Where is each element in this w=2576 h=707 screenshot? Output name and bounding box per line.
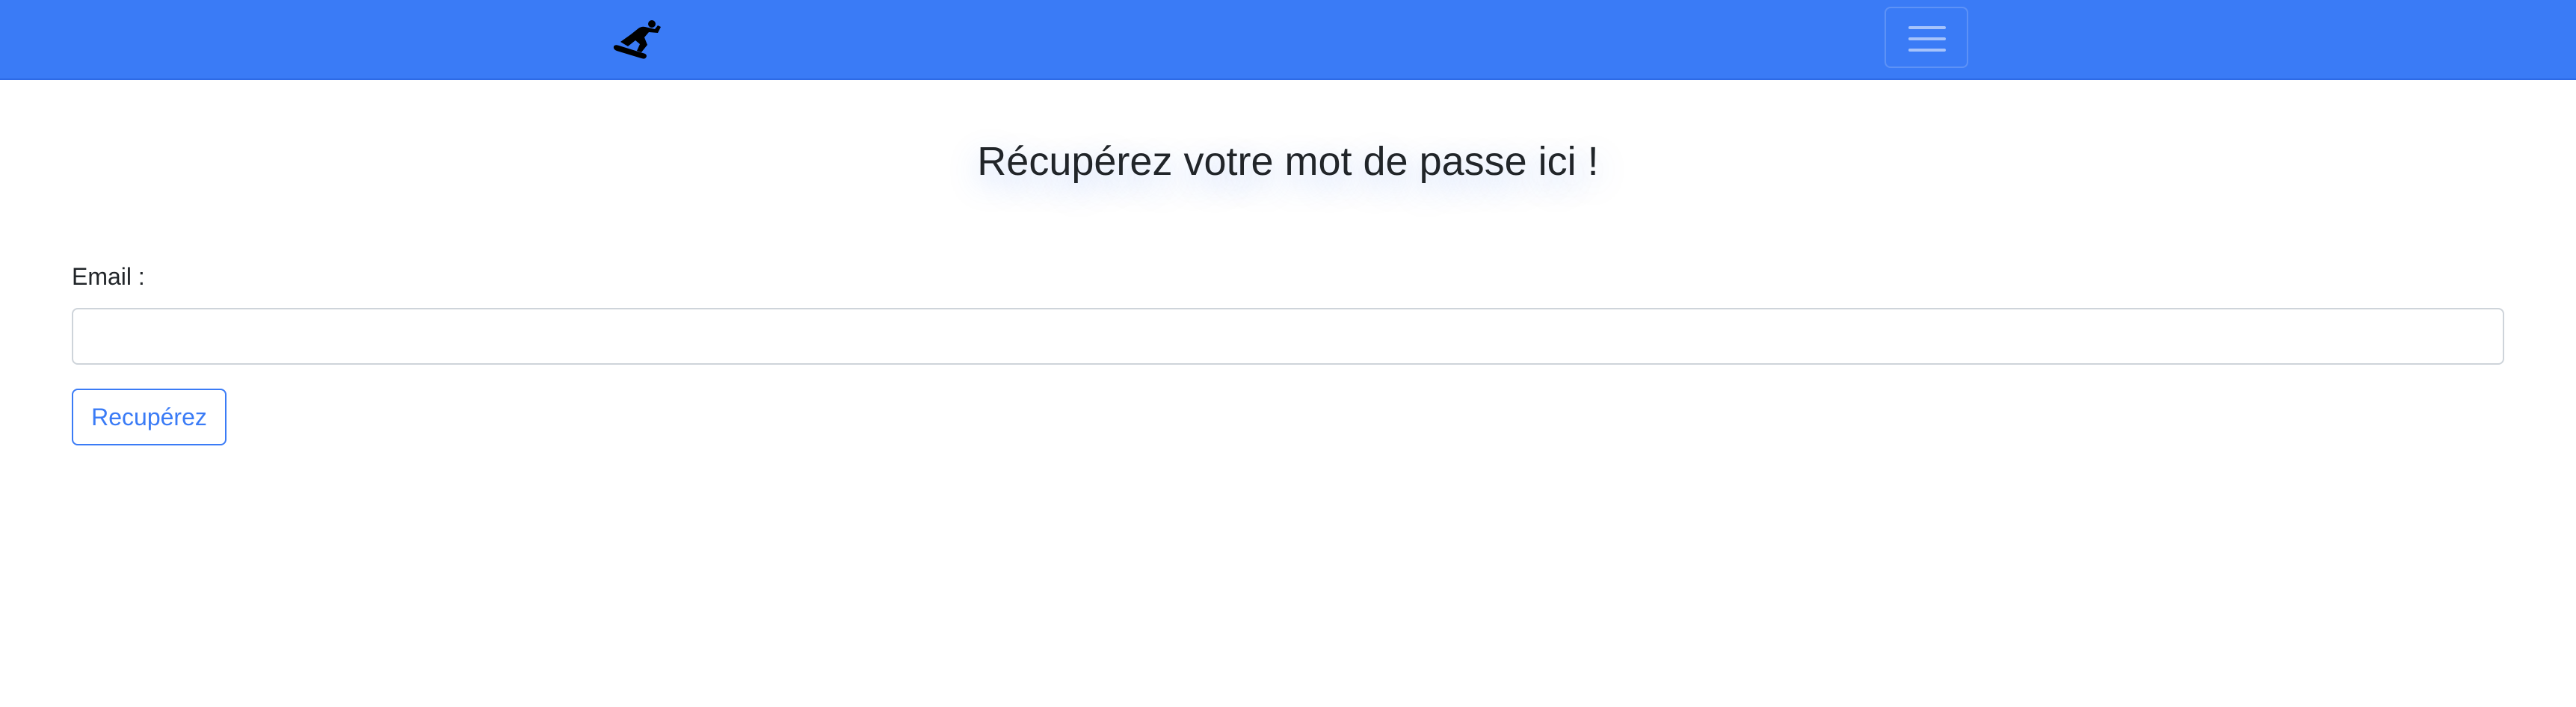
email-field[interactable] <box>72 308 2504 365</box>
recover-button[interactable]: Recupérez <box>72 389 227 445</box>
hamburger-menu-icon <box>1908 26 1946 52</box>
top-navbar <box>0 0 2576 80</box>
navbar-toggle-button[interactable] <box>1885 7 1968 68</box>
snowboarder-icon[interactable] <box>611 19 664 60</box>
email-label: Email : <box>72 263 145 290</box>
page-title: Récupérez votre mot de passe ici ! <box>977 139 1599 184</box>
